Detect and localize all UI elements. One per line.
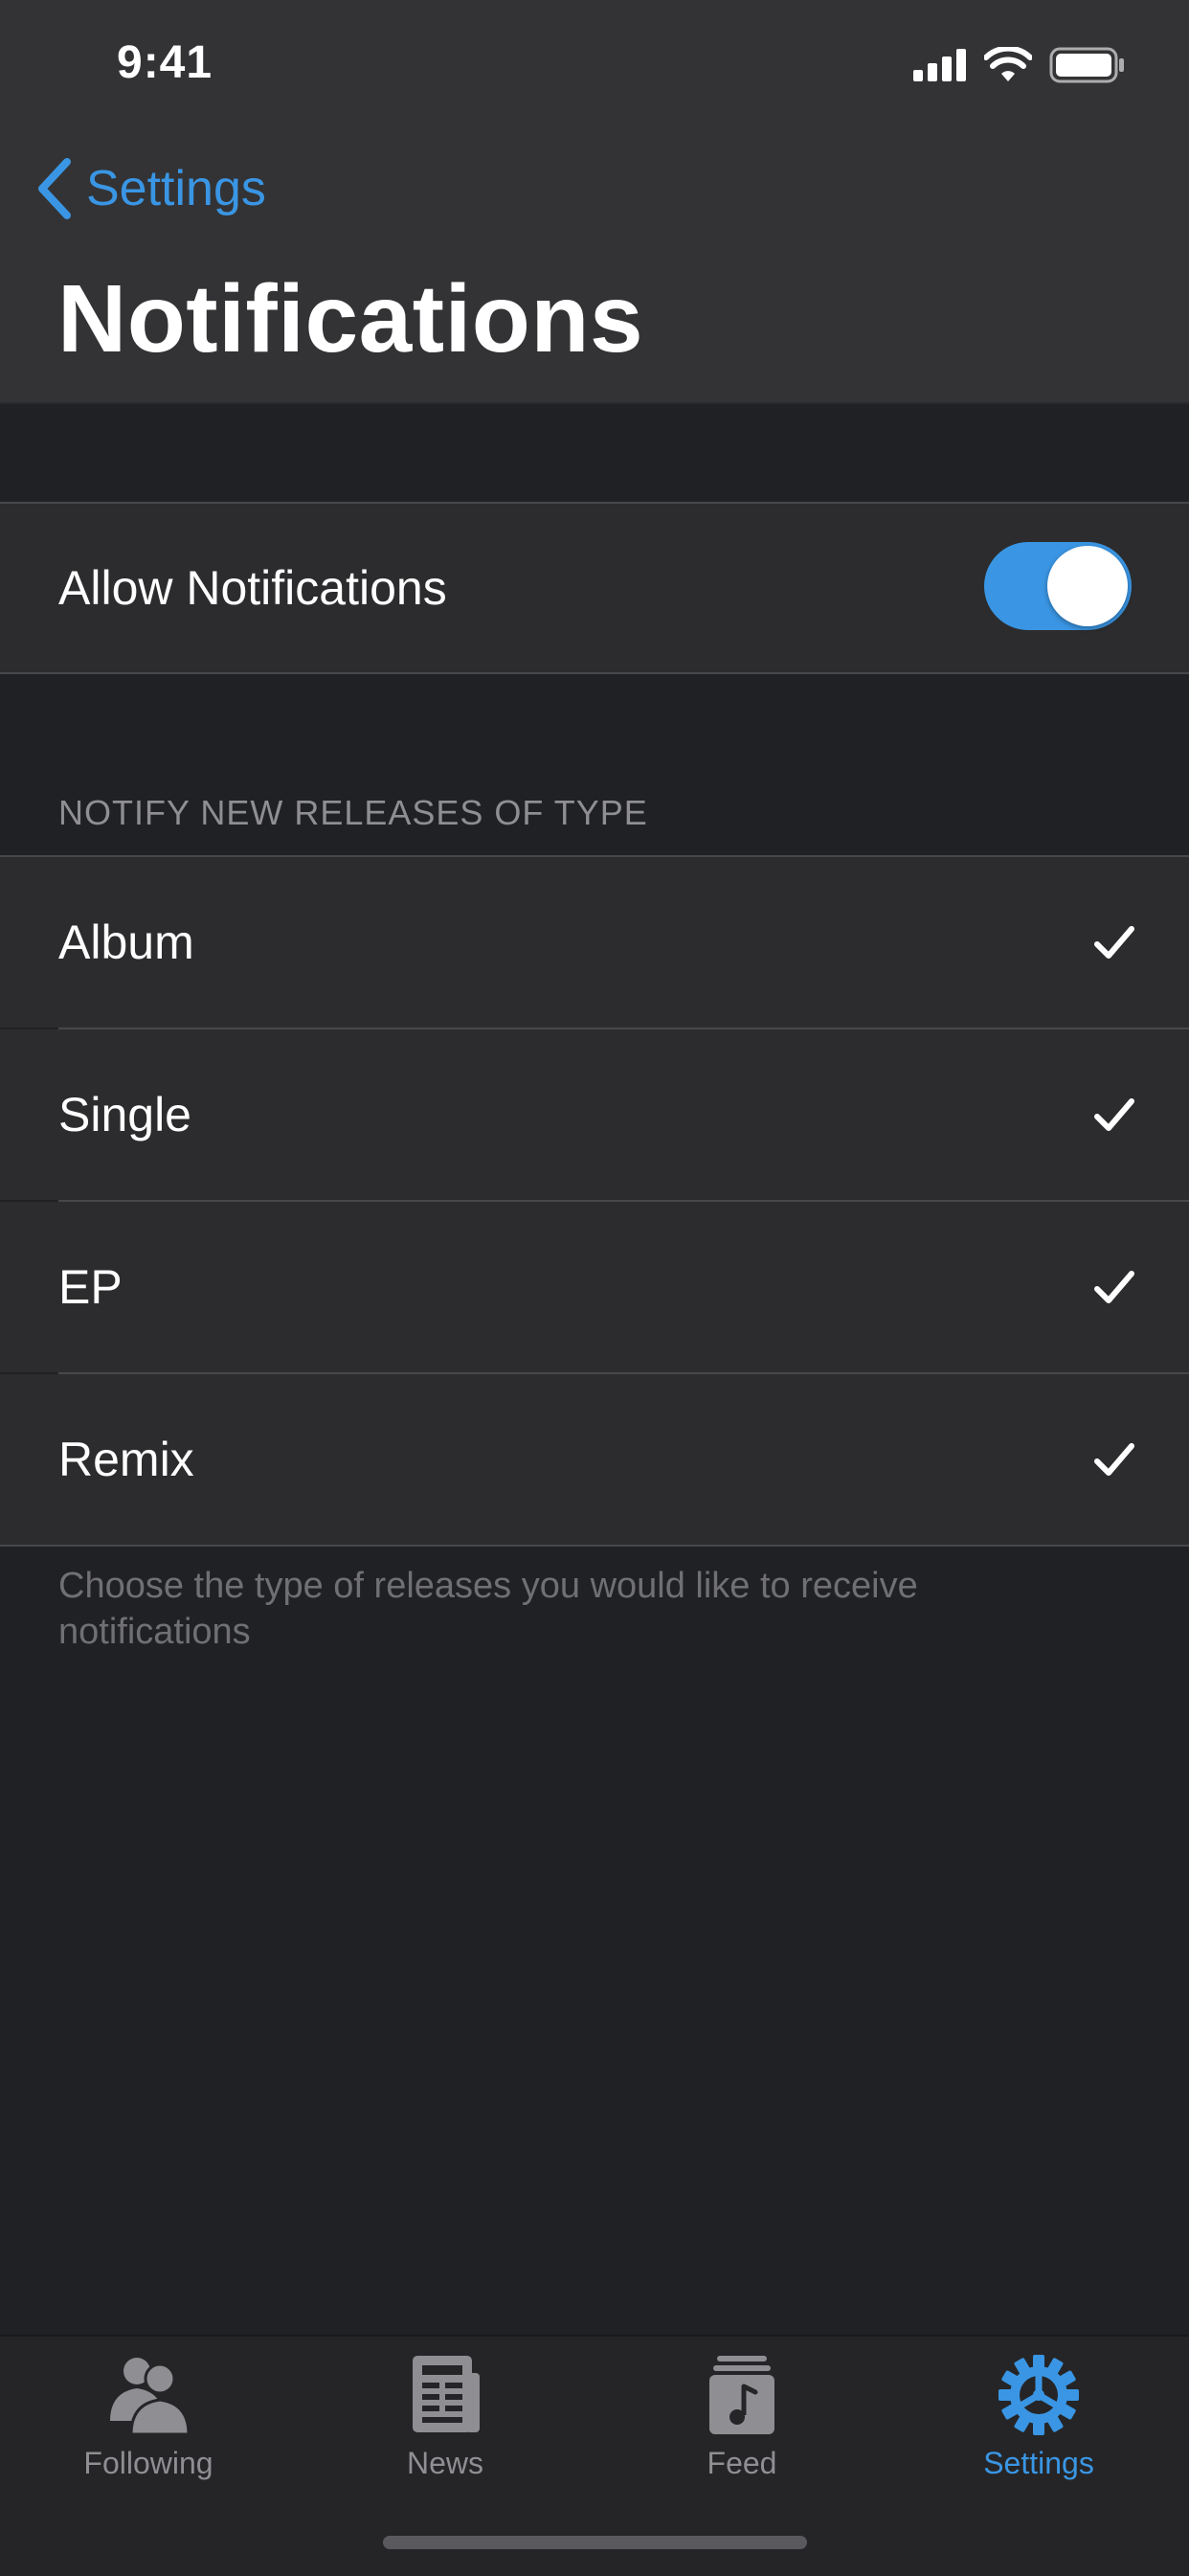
- people-icon: [110, 2358, 191, 2436]
- release-type-label: Album: [58, 915, 194, 969]
- navigation-header: 9:41 Settings Notifications: [0, 0, 1189, 404]
- tab-label: News: [406, 2446, 483, 2480]
- checkmark-icon: [1094, 1443, 1134, 1476]
- tab-news[interactable]: News: [297, 2337, 594, 2509]
- back-button-label: Settings: [86, 161, 266, 216]
- status-icons: [913, 46, 1126, 84]
- tab-label: Settings: [983, 2446, 1094, 2480]
- tab-following[interactable]: Following: [0, 2337, 297, 2509]
- page-title: Notifications: [57, 265, 644, 373]
- back-button[interactable]: Settings: [34, 153, 266, 224]
- release-type-label: Remix: [58, 1433, 194, 1486]
- release-type-label: EP: [58, 1260, 123, 1314]
- divider: [0, 672, 1189, 674]
- tab-feed[interactable]: Feed: [594, 2337, 890, 2509]
- divider: [0, 1545, 1189, 1547]
- newspaper-icon: [413, 2356, 480, 2432]
- toggle-knob: [1047, 546, 1128, 626]
- checkmark-icon: [1094, 926, 1134, 959]
- tab-label: Following: [83, 2446, 213, 2480]
- gear-icon: [998, 2355, 1079, 2435]
- chevron-left-icon: [38, 158, 71, 219]
- wifi-icon: [984, 47, 1032, 81]
- music-stack-icon: [709, 2356, 774, 2434]
- release-type-row-remix[interactable]: Remix: [0, 1374, 1189, 1545]
- tab-settings[interactable]: Settings: [890, 2337, 1187, 2509]
- signal-icon: [913, 49, 966, 81]
- section-footer-note: Choose the type of releases you would li…: [58, 1566, 918, 1652]
- release-type-row-album[interactable]: Album: [0, 857, 1189, 1028]
- status-time: 9:41: [117, 37, 213, 88]
- tab-label: Feed: [707, 2446, 777, 2480]
- section-header-release-types: NOTIFY NEW RELEASES OF TYPE: [58, 793, 648, 832]
- allow-notifications-toggle[interactable]: [984, 542, 1132, 630]
- release-type-label: Single: [58, 1088, 191, 1141]
- battery-icon: [1049, 47, 1124, 83]
- home-indicator: [383, 2536, 807, 2549]
- allow-notifications-label: Allow Notifications: [58, 561, 447, 615]
- checkmark-icon: [1094, 1271, 1134, 1303]
- release-type-row-ep[interactable]: EP: [0, 1202, 1189, 1372]
- checkmark-icon: [1094, 1098, 1134, 1131]
- release-type-row-single[interactable]: Single: [0, 1029, 1189, 1200]
